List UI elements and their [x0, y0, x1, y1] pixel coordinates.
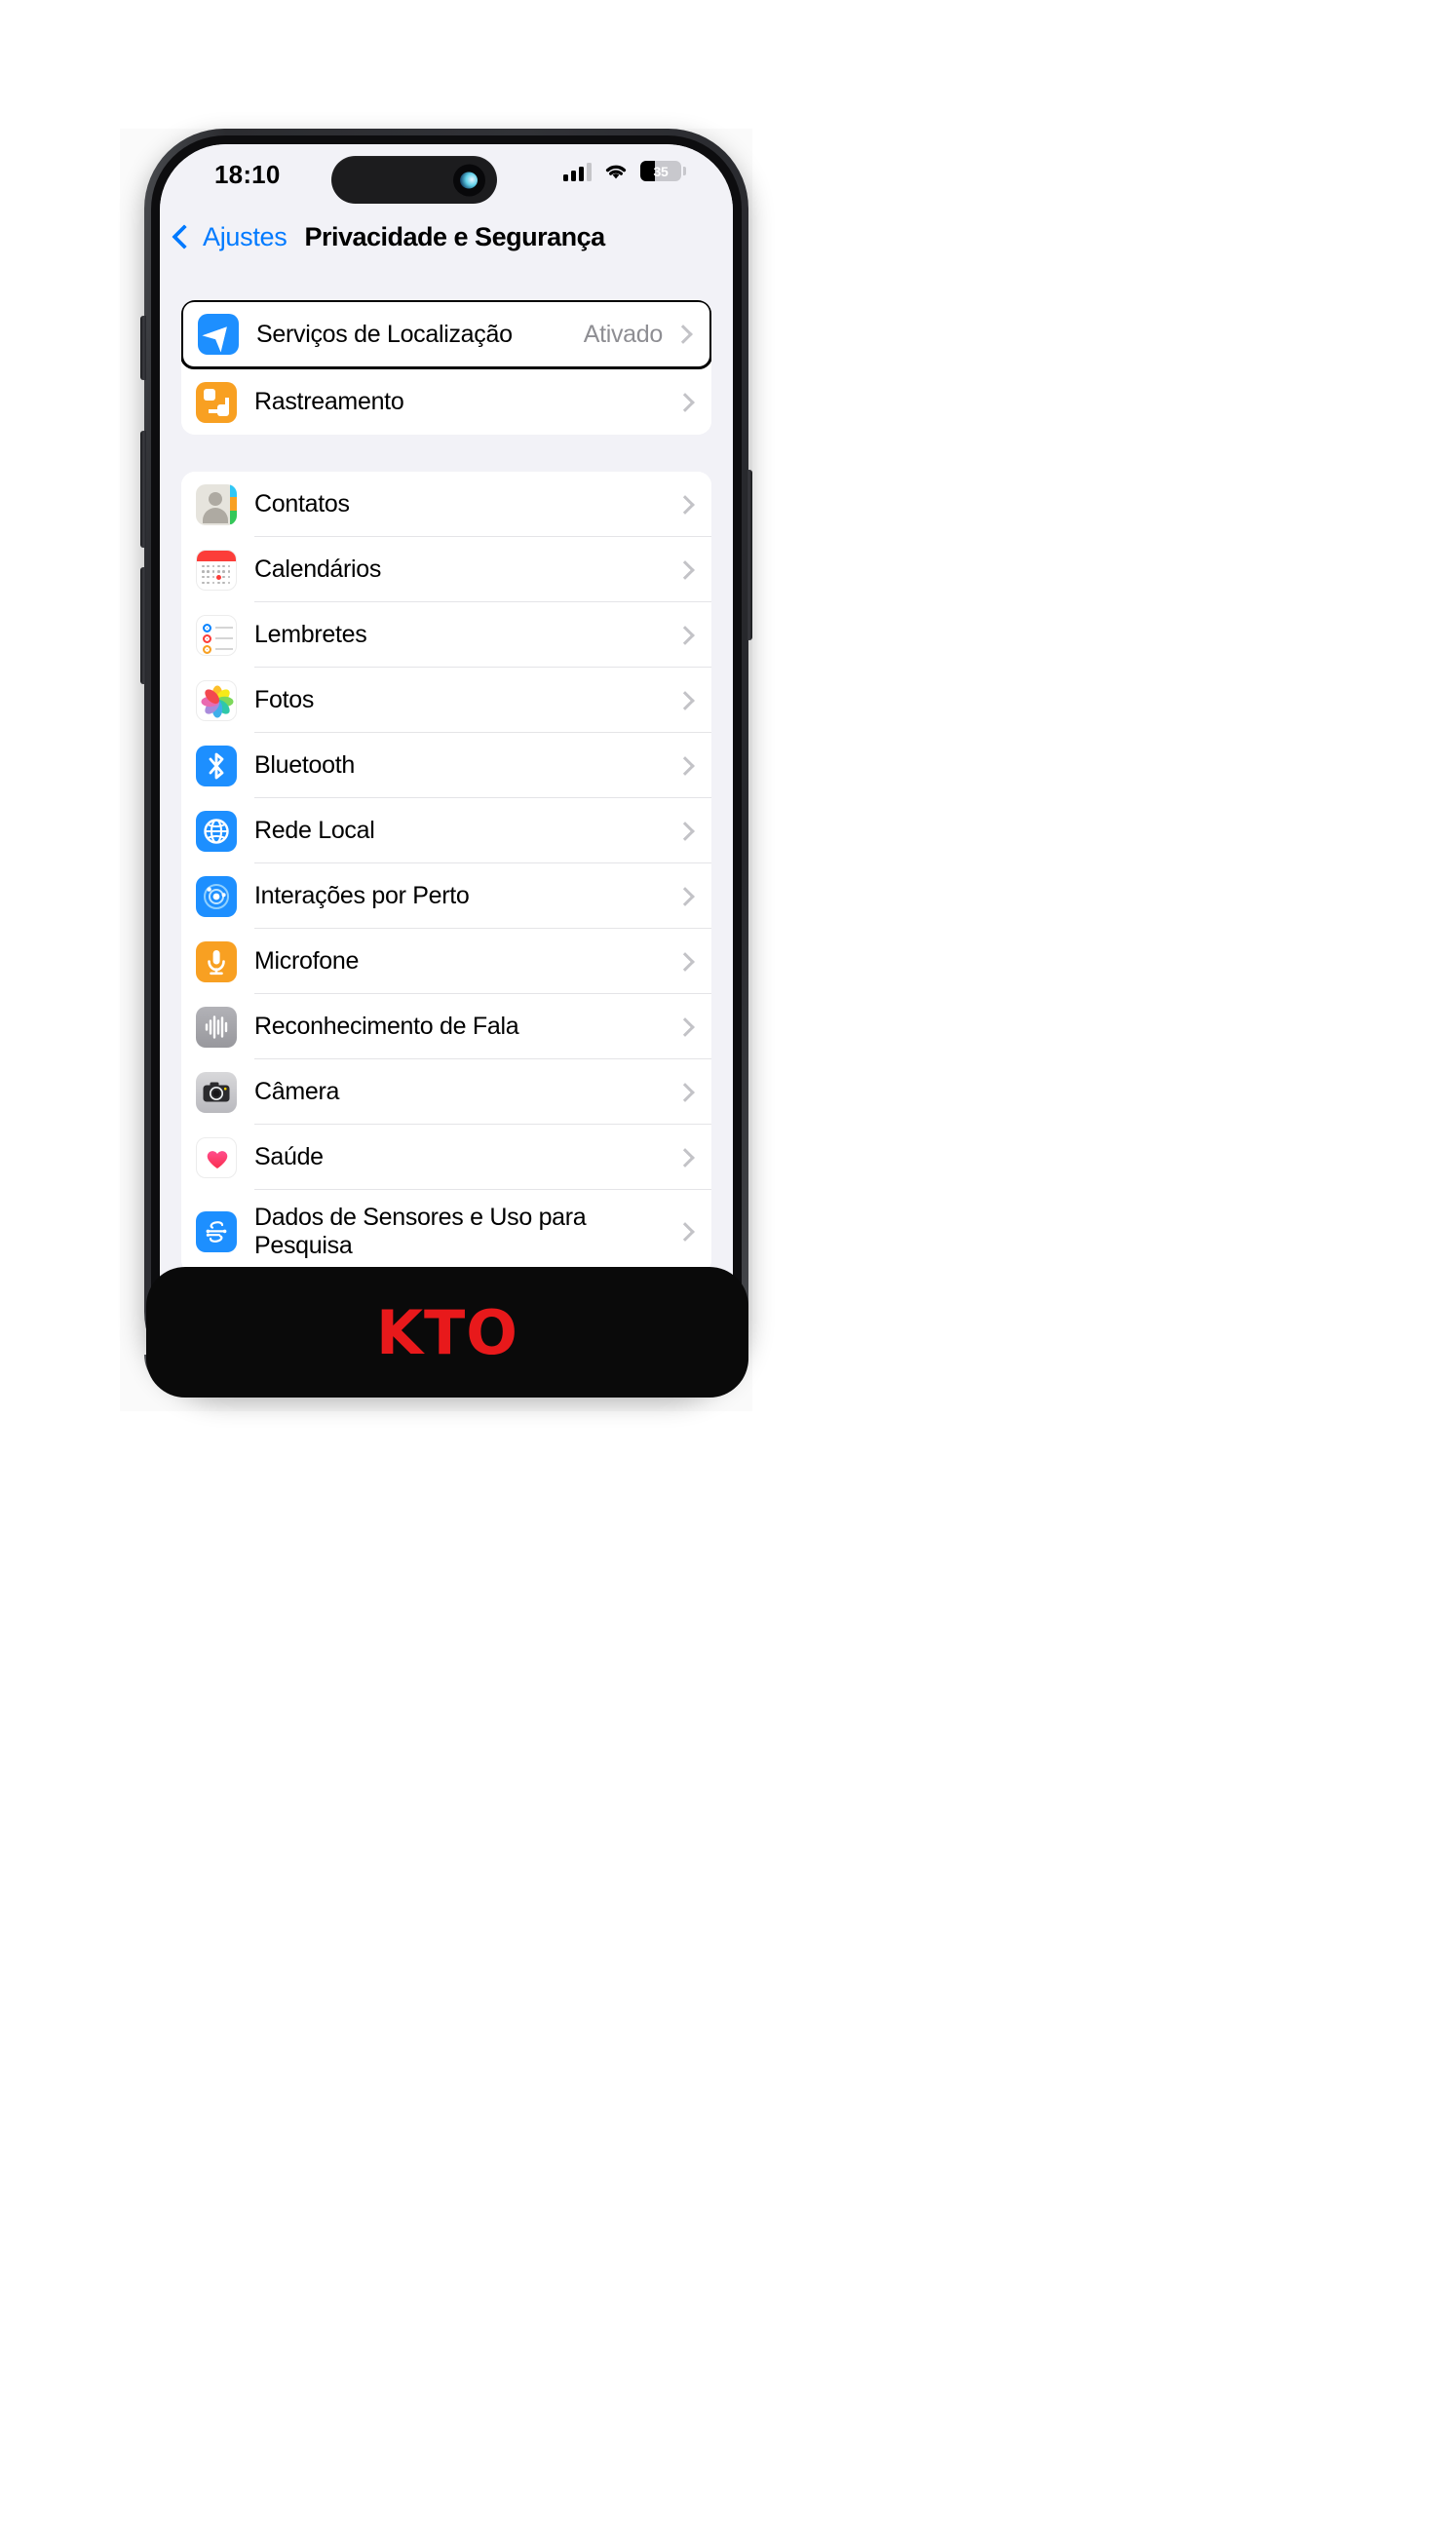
- action-button[interactable]: [140, 316, 146, 380]
- back-button[interactable]: Ajustes: [172, 221, 287, 252]
- volume-down-button[interactable]: [140, 567, 146, 684]
- nearby-interactions-icon: [196, 875, 237, 917]
- row-label: Serviços de Localização: [256, 320, 513, 348]
- chevron-right-icon: [675, 951, 695, 972]
- chevron-left-icon: [172, 224, 197, 249]
- wifi-icon: [605, 165, 627, 178]
- phone-screen: 18:10 35 Ajustes Privacidade e Segurança…: [160, 144, 733, 1376]
- calendar-icon: [196, 549, 237, 591]
- battery-tip: [683, 167, 686, 175]
- row-label: Interações por Perto: [254, 882, 470, 910]
- row-tracking[interactable]: Rastreamento: [181, 369, 711, 435]
- row-microfone[interactable]: Microfone: [181, 929, 711, 994]
- status-indicators: 35: [563, 161, 686, 181]
- health-heart-icon: [196, 1136, 237, 1178]
- phone-device-frame: 18:10 35 Ajustes Privacidade e Segurança…: [140, 129, 752, 1392]
- row-label: Rede Local: [254, 817, 375, 845]
- local-network-globe-icon: [196, 810, 237, 852]
- sensor-research-icon: [196, 1211, 237, 1252]
- row-label: Fotos: [254, 686, 315, 714]
- chevron-right-icon: [675, 392, 695, 412]
- reminders-icon: [196, 614, 237, 656]
- row-saude[interactable]: Saúde: [181, 1125, 711, 1190]
- chevron-right-icon: [675, 690, 695, 710]
- chevron-right-icon: [675, 1016, 695, 1037]
- row-lembretes[interactable]: Lembretes: [181, 602, 711, 668]
- chevron-right-icon: [673, 325, 693, 344]
- row-calendarios[interactable]: Calendários: [181, 537, 711, 602]
- row-label: Dados de Sensores e Uso para Pesquisa: [254, 1204, 587, 1259]
- location-arrow-icon: [198, 314, 239, 355]
- status-bar: 18:10 35: [160, 144, 733, 205]
- camera-icon: [196, 1071, 237, 1113]
- page-background: 18:10 35 Ajustes Privacidade e Segurança…: [0, 0, 1456, 2528]
- chevron-right-icon: [675, 1147, 695, 1168]
- row-rede-local[interactable]: Rede Local: [181, 798, 711, 863]
- kto-logo: KTO: [375, 1296, 519, 1368]
- chevron-right-icon: [675, 1222, 695, 1242]
- chevron-right-icon: [675, 755, 695, 776]
- volume-up-button[interactable]: [140, 431, 146, 548]
- row-label: Microfone: [254, 947, 360, 976]
- chevron-right-icon: [675, 1082, 695, 1102]
- row-reconhecimento-de-fala[interactable]: Reconhecimento de Fala: [181, 994, 711, 1059]
- privacy-top-card: Serviços de Localização Ativado Rastream…: [181, 300, 711, 435]
- back-button-label: Ajustes: [203, 221, 287, 251]
- row-label: Bluetooth: [254, 751, 355, 780]
- chevron-right-icon: [675, 821, 695, 841]
- row-label: Rastreamento: [254, 388, 404, 416]
- kto-brand-overlay: KTO: [146, 1267, 748, 1398]
- speech-waveform-icon: [196, 1006, 237, 1048]
- chevron-right-icon: [675, 559, 695, 580]
- cellular-signal-icon: [563, 162, 592, 181]
- bluetooth-icon: [196, 745, 237, 786]
- chevron-right-icon: [675, 886, 695, 906]
- row-dados-de-sensores[interactable]: Dados de Sensores e Uso para Pesquisa: [181, 1190, 711, 1274]
- row-label: Lembretes: [254, 621, 367, 649]
- row-value-status: Ativado: [583, 320, 664, 348]
- privacy-permissions-card: Contatos Calendários Lembretes Fotos Blu…: [181, 472, 711, 1274]
- row-location-services[interactable]: Serviços de Localização Ativado: [181, 300, 711, 369]
- navigation-bar: Ajustes Privacidade e Segurança: [160, 205, 733, 269]
- row-label: Calendários: [254, 555, 382, 584]
- row-label: Reconhecimento de Fala: [254, 1013, 519, 1041]
- status-time: 18:10: [214, 160, 281, 189]
- front-camera-icon: [453, 164, 485, 196]
- chevron-right-icon: [675, 625, 695, 645]
- row-label: Saúde: [254, 1143, 324, 1171]
- row-interacoes-por-perto[interactable]: Interações por Perto: [181, 863, 711, 929]
- microphone-icon: [196, 940, 237, 982]
- power-button[interactable]: [747, 470, 752, 640]
- battery-percent-label: 35: [653, 163, 669, 179]
- page-title: Privacidade e Segurança: [304, 221, 605, 251]
- chevron-right-icon: [675, 494, 695, 515]
- battery-icon: 35: [640, 161, 686, 181]
- row-fotos[interactable]: Fotos: [181, 668, 711, 733]
- photos-icon: [196, 679, 237, 721]
- row-label: Contatos: [254, 490, 350, 518]
- tracking-icon: [196, 381, 237, 423]
- settings-scroll-area[interactable]: Serviços de Localização Ativado Rastream…: [160, 269, 733, 1376]
- row-bluetooth[interactable]: Bluetooth: [181, 733, 711, 798]
- contacts-icon: [196, 483, 237, 525]
- dynamic-island: [331, 156, 497, 204]
- row-label: Câmera: [254, 1078, 340, 1106]
- row-camera[interactable]: Câmera: [181, 1059, 711, 1125]
- row-contatos[interactable]: Contatos: [181, 472, 711, 537]
